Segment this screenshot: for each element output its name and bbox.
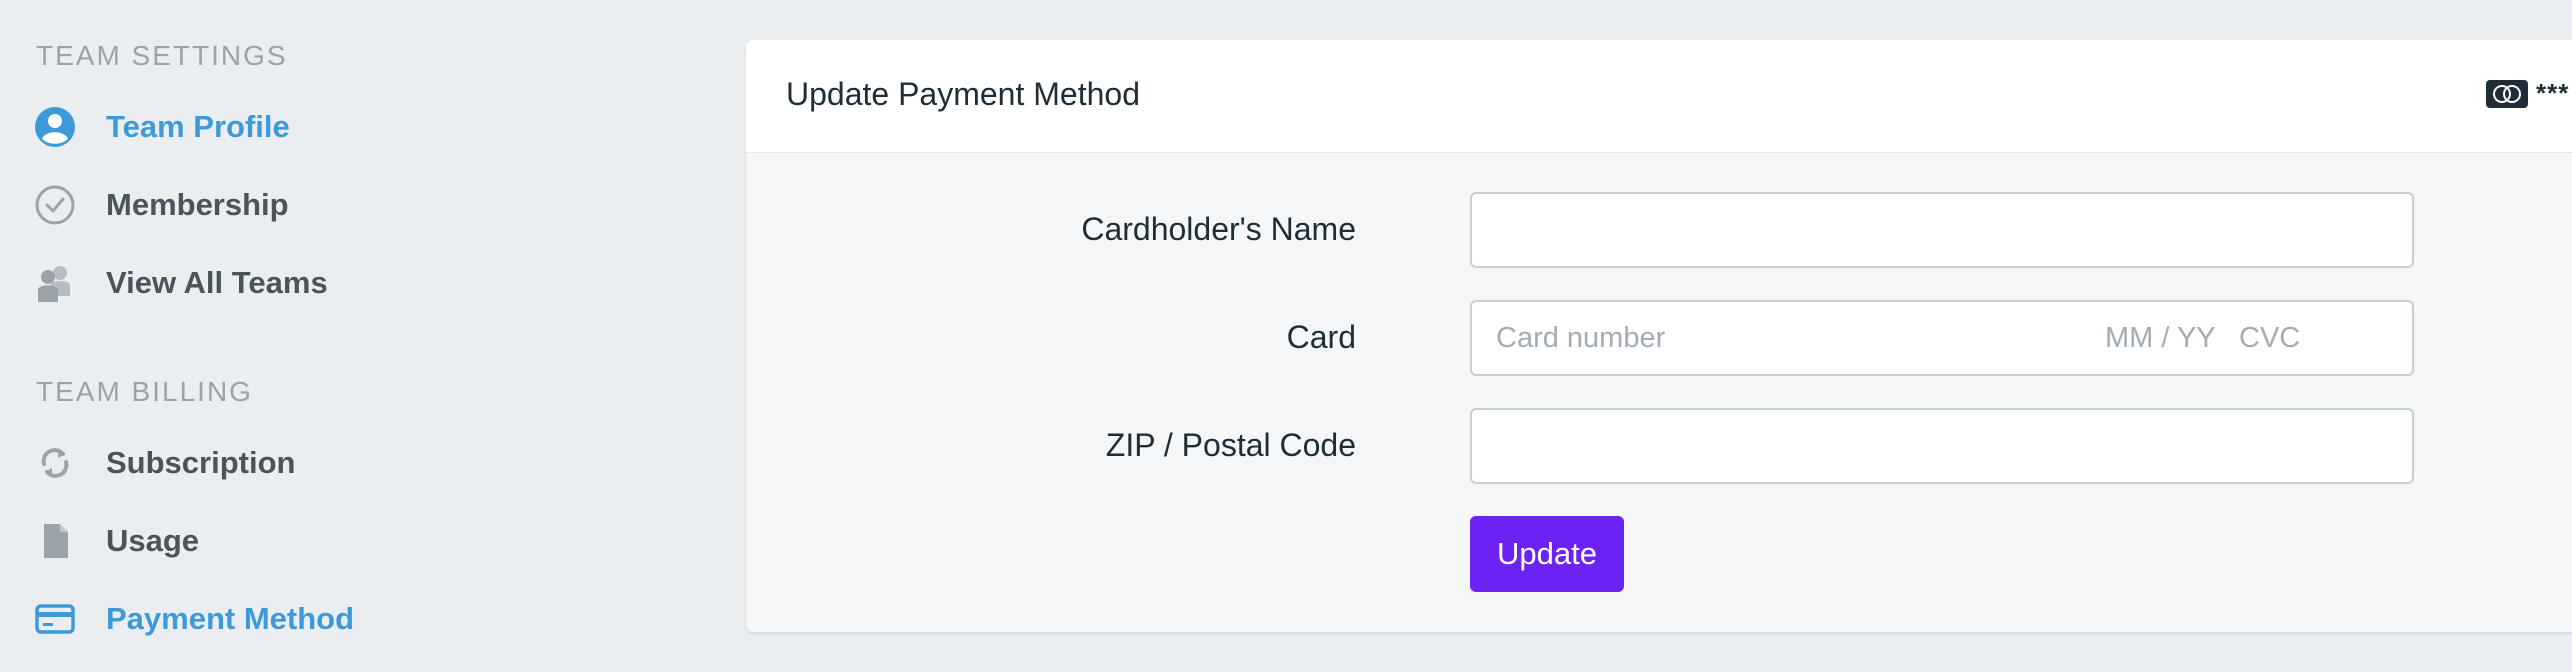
credit-card-icon xyxy=(34,598,76,640)
sidebar-item-payment-method[interactable]: Payment Method xyxy=(34,591,354,647)
team-settings-heading: TEAM SETTINGS xyxy=(36,40,288,71)
panel-title: Update Payment Method xyxy=(786,76,1140,112)
card-element-input[interactable]: Card number MM / YY CVC xyxy=(1470,300,2414,376)
cardholder-name-input[interactable] xyxy=(1470,192,2414,268)
cvc-placeholder[interactable]: CVC xyxy=(2239,322,2300,355)
team-billing-heading: TEAM BILLING xyxy=(36,376,253,407)
card-mask: *** xyxy=(2536,78,2570,108)
sidebar-item-membership[interactable]: Membership xyxy=(34,177,289,233)
users-icon xyxy=(34,262,76,304)
payment-method-panel: Update Payment Method *** Cardholder's N… xyxy=(746,40,2572,632)
sidebar-item-subscription[interactable]: Subscription xyxy=(34,435,295,491)
card-label: Card xyxy=(1286,319,1356,355)
expiry-placeholder[interactable]: MM / YY xyxy=(2105,322,2216,355)
refresh-icon xyxy=(34,442,76,484)
sidebar-item-label: View All Teams xyxy=(106,265,328,300)
user-circle-icon xyxy=(34,106,76,148)
sidebar-item-usage[interactable]: Usage xyxy=(34,513,199,569)
cardholder-name-label: Cardholder's Name xyxy=(1081,211,1356,247)
current-card: *** xyxy=(2486,78,2569,109)
update-button[interactable]: Update xyxy=(1470,516,1624,592)
sidebar: TEAM SETTINGS Team Profile Membership Vi… xyxy=(0,0,700,672)
mastercard-icon xyxy=(2486,79,2528,108)
sidebar-item-team-profile[interactable]: Team Profile xyxy=(34,99,290,155)
sidebar-item-view-all-teams[interactable]: View All Teams xyxy=(34,255,328,311)
document-icon xyxy=(34,520,76,562)
panel-header: Update Payment Method *** xyxy=(746,40,2572,153)
sidebar-item-label: Membership xyxy=(106,187,289,222)
sidebar-item-label: Subscription xyxy=(106,445,296,480)
zip-code-label: ZIP / Postal Code xyxy=(1105,427,1356,463)
sidebar-item-label: Team Profile xyxy=(106,109,290,144)
page: TEAM SETTINGS Team Profile Membership Vi… xyxy=(0,0,2572,672)
check-circle-icon xyxy=(34,184,76,226)
zip-code-input[interactable] xyxy=(1470,408,2414,484)
sidebar-item-label: Payment Method xyxy=(106,601,355,636)
sidebar-item-label: Usage xyxy=(106,523,200,558)
card-number-placeholder[interactable]: Card number xyxy=(1496,322,1665,355)
